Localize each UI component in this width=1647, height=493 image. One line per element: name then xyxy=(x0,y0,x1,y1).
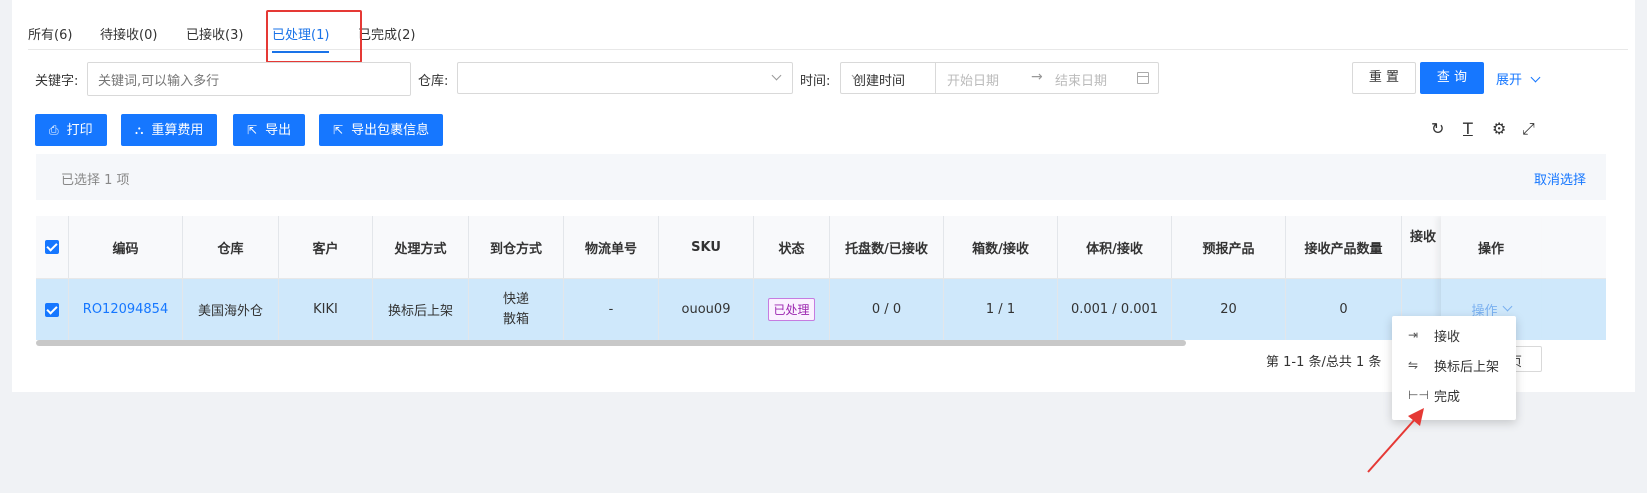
cell-boxes: 1 / 1 xyxy=(944,279,1058,340)
row-checkbox[interactable] xyxy=(45,302,59,317)
horizontal-scrollbar[interactable] xyxy=(36,340,1606,346)
arrival-method: 快递 xyxy=(502,291,529,307)
cell-process: 换标后上架 xyxy=(373,279,469,340)
reset-button[interactable]: 重 置 xyxy=(1352,62,1416,94)
menu-receive-label: 接收 xyxy=(1434,329,1461,345)
chevron-down-icon xyxy=(1530,72,1541,83)
main-card: 所有(6) 待接收(0) 已接收(3) 已处理(1) 已完成(2) 关键字: 仓… xyxy=(12,0,1635,420)
swap-icon: ⇋ xyxy=(1408,358,1419,372)
arrival-packing: 散箱 xyxy=(502,311,529,327)
menu-relabel-label: 换标后上架 xyxy=(1434,359,1500,375)
expand-link[interactable]: 展开 xyxy=(1496,69,1541,88)
export-icon: ⇱ xyxy=(247,123,258,137)
chevron-down-icon xyxy=(771,70,782,81)
time-range-picker[interactable]: 创建时间 开始日期 → 结束日期 xyxy=(840,62,1159,94)
cell-status: 已处理 xyxy=(754,279,830,340)
printer-icon: ⎙ xyxy=(49,123,59,137)
header-tracking[interactable]: 物流单号 xyxy=(564,216,659,278)
header-received-qty[interactable]: 接收产品数量 xyxy=(1286,216,1402,278)
header-customer[interactable]: 客户 xyxy=(279,216,373,278)
expand-label: 展开 xyxy=(1496,73,1523,88)
cell-sku: ouou09 xyxy=(659,279,754,340)
export-label: 导出 xyxy=(265,123,292,138)
cell-volume: 0.001 / 0.001 xyxy=(1058,279,1172,340)
calendar-icon xyxy=(1137,72,1149,84)
query-button[interactable]: 查 询 xyxy=(1420,62,1484,94)
refresh-icon[interactable]: ↻ xyxy=(1431,119,1444,138)
selection-bar: 已选择 1 项 取消选择 xyxy=(36,154,1606,200)
cell-received-qty: 0 xyxy=(1286,279,1402,340)
scrollbar-thumb[interactable] xyxy=(36,340,1186,346)
annotation-highlight-box xyxy=(266,10,362,63)
tab-received[interactable]: 已接收(3) xyxy=(186,24,243,43)
header-arrival[interactable]: 到仓方式 xyxy=(469,216,564,278)
header-pallets[interactable]: 托盘数/已接收 xyxy=(830,216,944,278)
header-status[interactable]: 状态 xyxy=(754,216,830,278)
export-icon: ⇱ xyxy=(333,123,344,137)
header-operation: 操作 xyxy=(1441,216,1541,279)
header-volume[interactable]: 体积/接收 xyxy=(1058,216,1172,278)
keyword-label: 关键字: xyxy=(35,74,79,89)
fullscreen-icon[interactable]: ⤢ xyxy=(1522,119,1535,139)
data-table: 编码 仓库 客户 处理方式 到仓方式 物流单号 SKU 状态 托盘数/已接收 箱… xyxy=(36,216,1606,340)
cell-customer: KIKI xyxy=(279,279,373,340)
select-all-checkbox[interactable] xyxy=(45,240,59,254)
header-process[interactable]: 处理方式 xyxy=(373,216,469,278)
header-code[interactable]: 编码 xyxy=(69,216,183,278)
chevron-down-icon xyxy=(1502,301,1512,312)
export-button[interactable]: ⇱ 导出 xyxy=(233,114,306,146)
end-date-input[interactable]: 结束日期 xyxy=(1055,70,1107,89)
menu-item-receive[interactable]: ⇥ 接收 xyxy=(1392,320,1516,350)
recalc-fee-button[interactable]: ⛬ 重算费用 xyxy=(121,114,218,146)
print-button[interactable]: ⎙ 打印 xyxy=(35,114,107,146)
range-arrow-icon: → xyxy=(1031,69,1043,85)
export-package-label: 导出包裹信息 xyxy=(351,123,430,138)
time-label: 时间: xyxy=(800,74,831,89)
receive-icon: ⇥ xyxy=(1408,328,1419,342)
cell-code: RO12094854 xyxy=(69,279,183,340)
menu-item-relabel[interactable]: ⇋ 换标后上架 xyxy=(1392,350,1516,380)
cell-pallets: 0 / 0 xyxy=(830,279,944,340)
header-boxes[interactable]: 箱数/接收 xyxy=(944,216,1058,278)
tab-all[interactable]: 所有(6) xyxy=(28,24,72,43)
select-all-cell xyxy=(36,216,69,278)
row-select-cell xyxy=(36,279,69,340)
status-badge: 已处理 xyxy=(768,298,815,321)
time-type-select[interactable]: 创建时间 xyxy=(841,63,936,93)
cancel-selection-link[interactable]: 取消选择 xyxy=(1534,169,1586,188)
code-link[interactable]: RO12094854 xyxy=(83,302,168,317)
annotation-arrow xyxy=(1367,408,1424,473)
recalc-label: 重算费用 xyxy=(151,123,204,138)
header-warehouse[interactable]: 仓库 xyxy=(183,216,279,278)
print-label: 打印 xyxy=(66,123,93,138)
table-row[interactable]: RO12094854 美国海外仓 KIKI 换标后上架 快递 散箱 - ouou… xyxy=(36,279,1606,340)
pagination-summary: 第 1-1 条/总共 1 条 xyxy=(1266,355,1382,370)
export-package-button[interactable]: ⇱ 导出包裹信息 xyxy=(319,114,444,146)
nodes-icon: ⛬ xyxy=(135,123,144,137)
cell-tracking: - xyxy=(564,279,659,340)
tab-completed[interactable]: 已完成(2) xyxy=(358,24,415,43)
time-type-value: 创建时间 xyxy=(853,74,906,89)
table-header: 编码 仓库 客户 处理方式 到仓方式 物流单号 SKU 状态 托盘数/已接收 箱… xyxy=(36,216,1606,279)
cell-arrival: 快递 散箱 xyxy=(469,279,564,340)
cell-warehouse: 美国海外仓 xyxy=(183,279,279,340)
keyword-input[interactable] xyxy=(87,62,411,96)
start-date-input[interactable]: 开始日期 xyxy=(947,70,999,89)
warehouse-label: 仓库: xyxy=(418,74,449,89)
cell-forecast: 20 xyxy=(1172,279,1286,340)
gear-icon[interactable]: ⚙ xyxy=(1492,119,1506,138)
selection-count: 已选择 1 项 xyxy=(61,173,130,188)
density-icon[interactable]: T xyxy=(1463,119,1473,138)
warehouse-select[interactable] xyxy=(457,62,793,94)
header-sku[interactable]: SKU xyxy=(659,216,754,278)
tab-pending[interactable]: 待接收(0) xyxy=(100,24,157,43)
header-forecast[interactable]: 预报产品 xyxy=(1172,216,1286,278)
